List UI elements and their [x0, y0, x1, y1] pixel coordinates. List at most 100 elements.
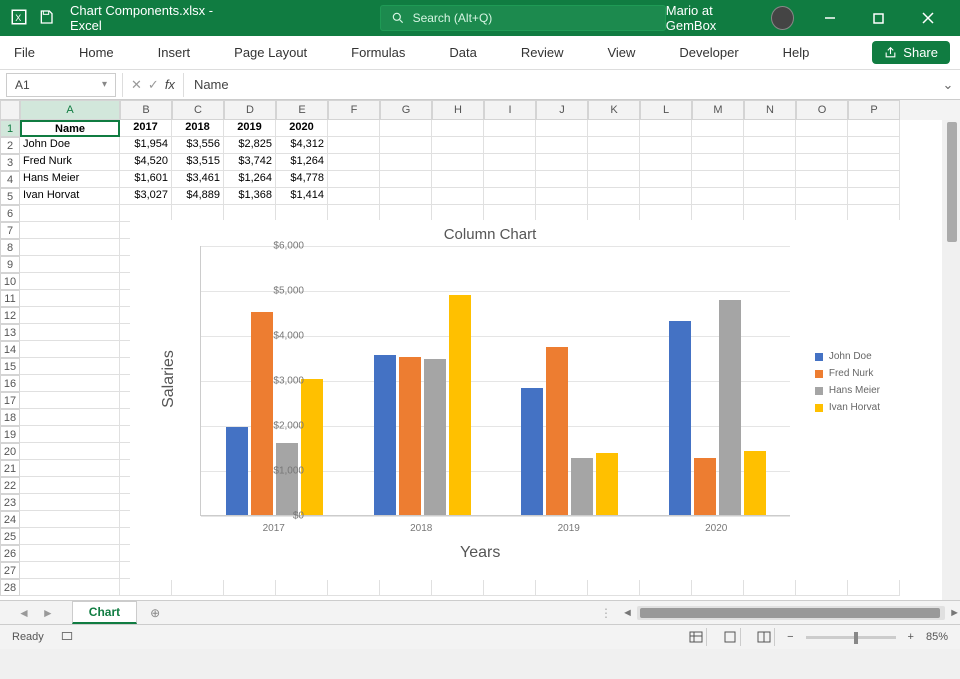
formula-input[interactable]: Name [184, 77, 936, 92]
cell[interactable] [172, 579, 224, 596]
cell[interactable] [20, 205, 120, 222]
user-avatar[interactable] [771, 6, 794, 30]
cell[interactable]: $1,264 [276, 154, 328, 171]
cell[interactable] [380, 171, 432, 188]
cell[interactable] [20, 545, 120, 562]
cell[interactable] [20, 358, 120, 375]
cell[interactable]: $4,778 [276, 171, 328, 188]
cell[interactable] [224, 579, 276, 596]
vertical-scrollbar[interactable] [942, 120, 960, 600]
row-header-18[interactable]: 18 [0, 409, 20, 426]
cell[interactable] [692, 579, 744, 596]
cell[interactable] [692, 154, 744, 171]
cell[interactable] [20, 562, 120, 579]
row-header-1[interactable]: 1 [0, 120, 20, 137]
col-header-F[interactable]: F [328, 100, 380, 120]
cell[interactable] [20, 511, 120, 528]
zoom-out-icon[interactable]: − [787, 631, 793, 643]
ribbon-tab-file[interactable]: File [14, 45, 35, 60]
page-layout-view-icon[interactable] [719, 628, 741, 646]
row-header-15[interactable]: 15 [0, 358, 20, 375]
cell[interactable] [20, 273, 120, 290]
col-header-M[interactable]: M [692, 100, 744, 120]
search-box[interactable]: Search (Alt+Q) [380, 5, 666, 31]
cell[interactable] [848, 137, 900, 154]
ribbon-tab-view[interactable]: View [607, 45, 635, 60]
cell[interactable] [328, 137, 380, 154]
cell[interactable] [640, 154, 692, 171]
prev-sheet-icon[interactable]: ◄ [18, 606, 30, 620]
col-header-L[interactable]: L [640, 100, 692, 120]
scroll-left-icon[interactable]: ◄ [622, 607, 633, 619]
row-header-14[interactable]: 14 [0, 341, 20, 358]
cell[interactable]: 2017 [120, 120, 172, 137]
cell[interactable]: Hans Meier [20, 171, 120, 188]
cell[interactable] [640, 188, 692, 205]
cell[interactable] [588, 137, 640, 154]
row-header-27[interactable]: 27 [0, 562, 20, 579]
cell[interactable] [588, 120, 640, 137]
row-header-8[interactable]: 8 [0, 239, 20, 256]
col-header-D[interactable]: D [224, 100, 276, 120]
cell[interactable] [380, 137, 432, 154]
row-header-7[interactable]: 7 [0, 222, 20, 239]
next-sheet-icon[interactable]: ► [42, 606, 54, 620]
row-header-9[interactable]: 9 [0, 256, 20, 273]
cell[interactable] [328, 188, 380, 205]
cell[interactable]: 2020 [276, 120, 328, 137]
cell[interactable]: $1,264 [224, 171, 276, 188]
cell[interactable] [796, 120, 848, 137]
cell[interactable] [20, 256, 120, 273]
cell[interactable]: $4,312 [276, 137, 328, 154]
cell[interactable]: Name [20, 120, 120, 137]
col-header-E[interactable]: E [276, 100, 328, 120]
cell[interactable] [20, 307, 120, 324]
row-header-17[interactable]: 17 [0, 392, 20, 409]
cell[interactable] [20, 290, 120, 307]
confirm-icon[interactable]: ✓ [148, 77, 159, 93]
cell[interactable] [276, 579, 328, 596]
cell[interactable] [20, 443, 120, 460]
row-header-16[interactable]: 16 [0, 375, 20, 392]
cell[interactable] [536, 188, 588, 205]
cell[interactable] [484, 120, 536, 137]
cell[interactable]: $4,520 [120, 154, 172, 171]
cell[interactable] [796, 188, 848, 205]
col-header-I[interactable]: I [484, 100, 536, 120]
ribbon-tab-review[interactable]: Review [521, 45, 564, 60]
col-header-B[interactable]: B [120, 100, 172, 120]
cell[interactable] [848, 154, 900, 171]
row-header-21[interactable]: 21 [0, 460, 20, 477]
cell[interactable] [432, 171, 484, 188]
cell[interactable]: $3,556 [172, 137, 224, 154]
horizontal-scrollbar[interactable] [637, 606, 945, 620]
cell[interactable]: Fred Nurk [20, 154, 120, 171]
row-header-23[interactable]: 23 [0, 494, 20, 511]
cell[interactable]: $3,027 [120, 188, 172, 205]
cell[interactable] [328, 120, 380, 137]
cell[interactable] [432, 137, 484, 154]
cell[interactable]: $4,889 [172, 188, 224, 205]
row-header-4[interactable]: 4 [0, 171, 20, 188]
cell[interactable] [848, 120, 900, 137]
user-label[interactable]: Mario at GemBox [666, 3, 761, 33]
cell[interactable] [484, 137, 536, 154]
col-header-A[interactable]: A [20, 100, 120, 120]
row-header-6[interactable]: 6 [0, 205, 20, 222]
row-header-25[interactable]: 25 [0, 528, 20, 545]
cell[interactable] [692, 171, 744, 188]
row-header-2[interactable]: 2 [0, 137, 20, 154]
minimize-button[interactable] [808, 0, 851, 36]
row-header-12[interactable]: 12 [0, 307, 20, 324]
row-header-24[interactable]: 24 [0, 511, 20, 528]
cell[interactable] [484, 171, 536, 188]
cell[interactable] [20, 579, 120, 596]
share-button[interactable]: Share [872, 41, 950, 64]
page-break-view-icon[interactable] [753, 628, 775, 646]
cell[interactable]: John Doe [20, 137, 120, 154]
cell[interactable]: $3,742 [224, 154, 276, 171]
cell[interactable]: 2018 [172, 120, 224, 137]
col-header-J[interactable]: J [536, 100, 588, 120]
cell[interactable] [848, 171, 900, 188]
row-header-26[interactable]: 26 [0, 545, 20, 562]
